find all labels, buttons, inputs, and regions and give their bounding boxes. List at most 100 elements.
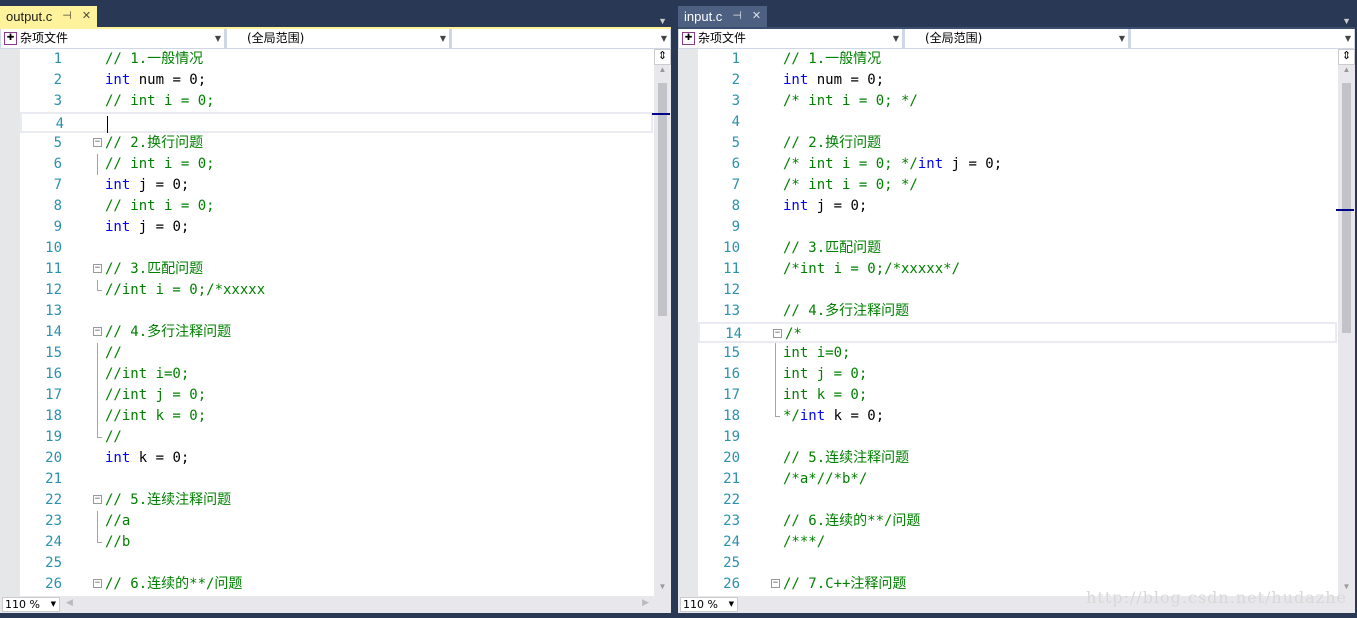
code-line[interactable]: 22 −// 5.连续注释问题: [20, 490, 653, 511]
code-line[interactable]: 23 // 6.连续的**/问题: [698, 511, 1337, 532]
zoom-dropdown[interactable]: 110 % ▼: [2, 597, 60, 612]
code-line[interactable]: 25: [698, 553, 1337, 574]
collapse-icon[interactable]: −: [93, 579, 102, 588]
code-line[interactable]: 9: [698, 217, 1337, 238]
line-number: 23: [723, 513, 740, 529]
code-line[interactable]: 6 /* int i = 0; */int j = 0;: [698, 154, 1337, 175]
scroll-up-icon[interactable]: ▲: [654, 65, 671, 79]
code-line[interactable]: 13: [20, 301, 653, 322]
code-line[interactable]: 21 /*a*//*b*/: [698, 469, 1337, 490]
code-line[interactable]: 11 /*int i = 0;/*xxxxx*/: [698, 259, 1337, 280]
scroll-thumb[interactable]: [658, 83, 667, 316]
collapse-icon[interactable]: −: [771, 579, 780, 588]
code-editor[interactable]: 1 // 1.一般情况 2 int num = 0; 3 /* int i = 0; */…: [678, 49, 1355, 596]
code-line[interactable]: 8 int j = 0;: [698, 196, 1337, 217]
code-line[interactable]: 12: [698, 280, 1337, 301]
code-line[interactable]: 19: [698, 427, 1337, 448]
member-dropdown[interactable]: ▼: [1131, 29, 1354, 48]
scope-dropdown[interactable]: (全局范围) ▼: [905, 29, 1128, 48]
collapse-icon[interactable]: −: [93, 327, 102, 336]
code-line[interactable]: 5 −// 2.换行问题: [20, 133, 653, 154]
code-line[interactable]: 16 //int i=0;: [20, 364, 653, 385]
code-line[interactable]: 3 // int i = 0;: [20, 91, 653, 112]
code-line[interactable]: 2 int num = 0;: [20, 70, 653, 91]
code-line[interactable]: 16 int j = 0;: [698, 364, 1337, 385]
code-line[interactable]: 3 /* int i = 0; */: [698, 91, 1337, 112]
code-line[interactable]: 21: [20, 469, 653, 490]
code-line[interactable]: 26 −// 6.连续的**/问题: [20, 574, 653, 595]
code-line[interactable]: 12 //int i = 0;/*xxxxx: [20, 280, 653, 301]
code-line[interactable]: 10: [20, 238, 653, 259]
split-handle-icon[interactable]: ⇕: [654, 49, 671, 65]
code-line[interactable]: 15 //: [20, 343, 653, 364]
code-line[interactable]: 17 //int j = 0;: [20, 385, 653, 406]
member-dropdown[interactable]: ▼: [452, 29, 670, 48]
comment: //int i = 0;/*xxxxx: [105, 282, 266, 298]
tab-overflow-icon[interactable]: ▼: [658, 16, 667, 26]
pin-icon[interactable]: ⊣: [732, 6, 742, 27]
collapse-icon[interactable]: −: [93, 495, 102, 504]
close-icon[interactable]: ✕: [82, 6, 91, 27]
scope-dropdown[interactable]: (全局范围) ▼: [227, 29, 449, 48]
code-line[interactable]: 6 // int i = 0;: [20, 154, 653, 175]
code-line[interactable]: 15 int i=0;: [698, 343, 1337, 364]
code-line[interactable]: 22: [698, 490, 1337, 511]
fold-guide: [775, 364, 776, 385]
code-line[interactable]: 1 // 1.一般情况: [20, 49, 653, 70]
horizontal-scrollbar[interactable]: 110 % ▼ ◀ ▶: [0, 596, 671, 613]
scroll-left-icon[interactable]: ◀: [66, 597, 73, 608]
code-line[interactable]: 20 // 5.连续注释问题: [698, 448, 1337, 469]
pin-icon[interactable]: ⊣: [62, 6, 72, 27]
code-line[interactable]: 24 /***/: [698, 532, 1337, 553]
code-line[interactable]: 14 −/*: [698, 322, 1337, 343]
code-line[interactable]: 7 /* int i = 0; */: [698, 175, 1337, 196]
comment: // 1.一般情况: [783, 51, 882, 67]
code-line[interactable]: 18 //int k = 0;: [20, 406, 653, 427]
code-line[interactable]: 24 //b: [20, 532, 653, 553]
code-line[interactable]: 9 int j = 0;: [20, 217, 653, 238]
vertical-scrollbar[interactable]: ⇕ ▲ ▼: [652, 49, 671, 596]
tab-input-c[interactable]: input.c ⊣ ✕: [678, 6, 768, 27]
scroll-up-icon[interactable]: ▲: [1338, 65, 1355, 79]
scroll-right-icon[interactable]: ▶: [642, 597, 649, 608]
collapse-icon[interactable]: −: [93, 264, 102, 273]
close-icon[interactable]: ✕: [752, 6, 761, 27]
project-dropdown[interactable]: ✚ 杂项文件 ▼: [679, 29, 902, 48]
code-line[interactable]: 20 int k = 0;: [20, 448, 653, 469]
code-line[interactable]: 14 −// 4.多行注释问题: [20, 322, 653, 343]
collapse-icon[interactable]: −: [93, 138, 102, 147]
zoom-label: 110 %: [683, 598, 718, 611]
code-line[interactable]: 4: [20, 112, 653, 133]
project-dropdown[interactable]: ✚ 杂项文件 ▼: [1, 29, 224, 48]
line-number: 2: [731, 72, 740, 88]
scroll-thumb[interactable]: [1342, 83, 1351, 333]
code-line[interactable]: 25: [20, 553, 653, 574]
vertical-scrollbar[interactable]: ⇕ ▲ ▼: [1336, 49, 1355, 596]
zoom-dropdown[interactable]: 110 % ▼: [680, 597, 738, 612]
code-line[interactable]: 17 int k = 0;: [698, 385, 1337, 406]
code-line[interactable]: 18 */int k = 0;: [698, 406, 1337, 427]
code-line[interactable]: 23 //a: [20, 511, 653, 532]
scroll-down-icon[interactable]: ▼: [654, 582, 671, 596]
code-editor[interactable]: 1 // 1.一般情况 2 int num = 0; 3 // int i = 0; 4 5 −…: [0, 49, 671, 596]
code-line[interactable]: 8 // int i = 0;: [20, 196, 653, 217]
comment: //: [105, 429, 122, 445]
code-text: int num = 0;: [105, 70, 206, 91]
code-line[interactable]: 10 // 3.匹配问题: [698, 238, 1337, 259]
tab-output-c[interactable]: output.c ⊣ ✕: [0, 6, 98, 27]
code-line[interactable]: 19 //: [20, 427, 653, 448]
tab-overflow-icon[interactable]: ▼: [1342, 16, 1351, 26]
keyword: int: [105, 72, 131, 88]
line-number: 16: [45, 366, 62, 382]
code-line[interactable]: 11 −// 3.匹配问题: [20, 259, 653, 280]
code-line[interactable]: 5 // 2.换行问题: [698, 133, 1337, 154]
code-line[interactable]: 13 // 4.多行注释问题: [698, 301, 1337, 322]
code-line[interactable]: 4: [698, 112, 1337, 133]
code-line[interactable]: 1 // 1.一般情况: [698, 49, 1337, 70]
code-line[interactable]: 7 int j = 0;: [20, 175, 653, 196]
split-handle-icon[interactable]: ⇕: [1338, 49, 1355, 65]
collapse-icon[interactable]: −: [773, 329, 782, 338]
code-line[interactable]: 2 int num = 0;: [698, 70, 1337, 91]
chevron-down-icon: ▼: [439, 34, 446, 43]
comment: // 3.匹配问题: [105, 261, 204, 277]
